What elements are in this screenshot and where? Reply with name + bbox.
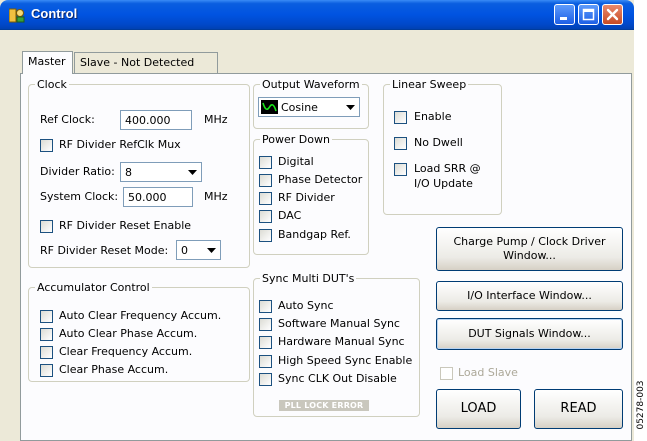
system-clock-unit: MHz (204, 190, 228, 203)
high-speed-sync-checkbox[interactable] (259, 355, 272, 368)
minimize-icon (560, 17, 567, 20)
chevron-down-icon[interactable] (342, 99, 358, 115)
ref-clock-input[interactable]: 400.000 (120, 110, 192, 130)
power-down-dac-checkbox[interactable] (259, 210, 272, 223)
maximize-icon (582, 8, 595, 21)
power-down-digital-checkbox[interactable] (259, 156, 272, 169)
auto-clear-frequency-label: Auto Clear Frequency Accum. (59, 309, 222, 322)
hardware-manual-sync-label: Hardware Manual Sync (278, 335, 405, 348)
software-manual-sync-checkbox[interactable] (259, 318, 272, 331)
output-waveform-legend: Output Waveform (262, 78, 360, 91)
high-speed-sync-label: High Speed Sync Enable (278, 354, 413, 367)
tab-slave-label: Slave - Not Detected (80, 56, 195, 69)
divider-ratio-value: 8 (125, 166, 132, 179)
system-clock-input[interactable]: 50.000 (123, 187, 193, 207)
divider-ratio-label: Divider Ratio: (40, 165, 115, 178)
linear-sweep-enable-label: Enable (414, 110, 452, 123)
auto-clear-frequency-checkbox[interactable] (40, 310, 53, 323)
sync-multi-dut-legend: Sync Multi DUT's (262, 272, 355, 285)
power-down-phase-detector-checkbox[interactable] (259, 174, 272, 187)
system-clock-label: System Clock: (40, 190, 119, 203)
chevron-down-icon[interactable] (203, 242, 219, 258)
power-down-rf-divider-label: RF Divider (278, 191, 335, 204)
clear-frequency-label: Clear Frequency Accum. (59, 345, 193, 358)
charge-pump-label-line2: Window... (503, 249, 556, 262)
io-interface-window-button[interactable]: I/O Interface Window... (436, 281, 623, 311)
linear-sweep-legend: Linear Sweep (392, 78, 467, 91)
ref-clock-unit: MHz (204, 113, 228, 126)
clear-phase-checkbox[interactable] (40, 364, 53, 377)
minimize-button[interactable] (554, 4, 575, 25)
tab-master-label: Master (28, 55, 66, 68)
ref-clock-label: Ref Clock: (40, 113, 95, 126)
rf-divider-mux-checkbox[interactable] (40, 139, 53, 152)
auto-sync-label: Auto Sync (278, 299, 334, 312)
power-down-phase-detector-label: Phase Detector (278, 173, 363, 186)
dut-signals-window-button[interactable]: DUT Signals Window... (436, 318, 623, 350)
rf-divider-reset-enable-label: RF Divider Reset Enable (59, 219, 192, 232)
read-button[interactable]: READ (534, 389, 623, 429)
load-button[interactable]: LOAD (436, 389, 521, 429)
load-srr-checkbox[interactable] (394, 163, 407, 176)
load-slave-checkbox[interactable] (440, 367, 453, 380)
hardware-manual-sync-checkbox[interactable] (259, 336, 272, 349)
rf-divider-reset-mode-label: RF Divider Reset Mode: (40, 244, 169, 257)
waveform-icon (261, 100, 278, 114)
power-down-bandgap-checkbox[interactable] (259, 229, 272, 242)
no-dwell-label: No Dwell (414, 136, 463, 149)
power-down-bandgap-label: Bandgap Ref. (278, 228, 351, 241)
charge-pump-label-line1: Charge Pump / Clock Driver (453, 235, 606, 248)
sync-clk-out-disable-checkbox[interactable] (259, 373, 272, 386)
sync-clk-out-disable-label: Sync CLK Out Disable (278, 372, 397, 385)
window-title: Control (31, 6, 78, 21)
software-manual-sync-label: Software Manual Sync (278, 317, 400, 330)
auto-clear-phase-label: Auto Clear Phase Accum. (59, 327, 198, 340)
clock-group-legend: Clock (37, 78, 67, 91)
load-slave-label: Load Slave (458, 366, 518, 379)
load-srr-label-line2: I/O Update (414, 177, 473, 190)
power-down-rf-divider-checkbox[interactable] (259, 192, 272, 205)
app-icon (9, 8, 25, 23)
rf-divider-reset-mode-select[interactable]: 0 (176, 240, 221, 260)
power-down-digital-label: Digital (278, 155, 314, 168)
tab-slave[interactable]: Slave - Not Detected (74, 52, 218, 73)
power-down-legend: Power Down (262, 133, 330, 146)
tab-master[interactable]: Master (22, 51, 73, 74)
power-down-dac-label: DAC (278, 209, 302, 222)
pll-lock-error-indicator: PLL LOCK ERROR (279, 400, 369, 411)
close-icon (606, 8, 619, 21)
master-tab-panel: Clock Ref Clock: 400.000 MHz RF Divider … (20, 73, 632, 441)
figure-id: 05278-003 (634, 380, 647, 430)
clear-phase-label: Clear Phase Accum. (59, 363, 169, 376)
auto-clear-phase-checkbox[interactable] (40, 328, 53, 341)
rf-divider-reset-mode-value: 0 (181, 244, 188, 257)
close-button[interactable] (602, 4, 623, 25)
title-bar[interactable]: Control (0, 0, 634, 30)
output-waveform-value: Cosine (281, 101, 318, 114)
accumulator-control-legend: Accumulator Control (37, 281, 150, 294)
clear-frequency-checkbox[interactable] (40, 346, 53, 359)
no-dwell-checkbox[interactable] (394, 137, 407, 150)
linear-sweep-enable-checkbox[interactable] (394, 111, 407, 124)
output-waveform-select[interactable]: Cosine (258, 97, 360, 117)
chevron-down-icon[interactable] (184, 164, 200, 180)
rf-divider-mux-label: RF Divider RefClk Mux (59, 138, 181, 151)
maximize-button[interactable] (578, 4, 599, 25)
figure-id-text: 05278-003 (635, 380, 646, 430)
auto-sync-checkbox[interactable] (259, 300, 272, 313)
control-window: Control Master Slave - Not Detected Cloc… (0, 0, 634, 441)
load-srr-label-line1: Load SRR @ (414, 162, 481, 175)
divider-ratio-select[interactable]: 8 (120, 162, 202, 182)
rf-divider-reset-enable-checkbox[interactable] (40, 220, 53, 233)
charge-pump-window-button[interactable]: Charge Pump / Clock Driver Window... (436, 227, 623, 271)
